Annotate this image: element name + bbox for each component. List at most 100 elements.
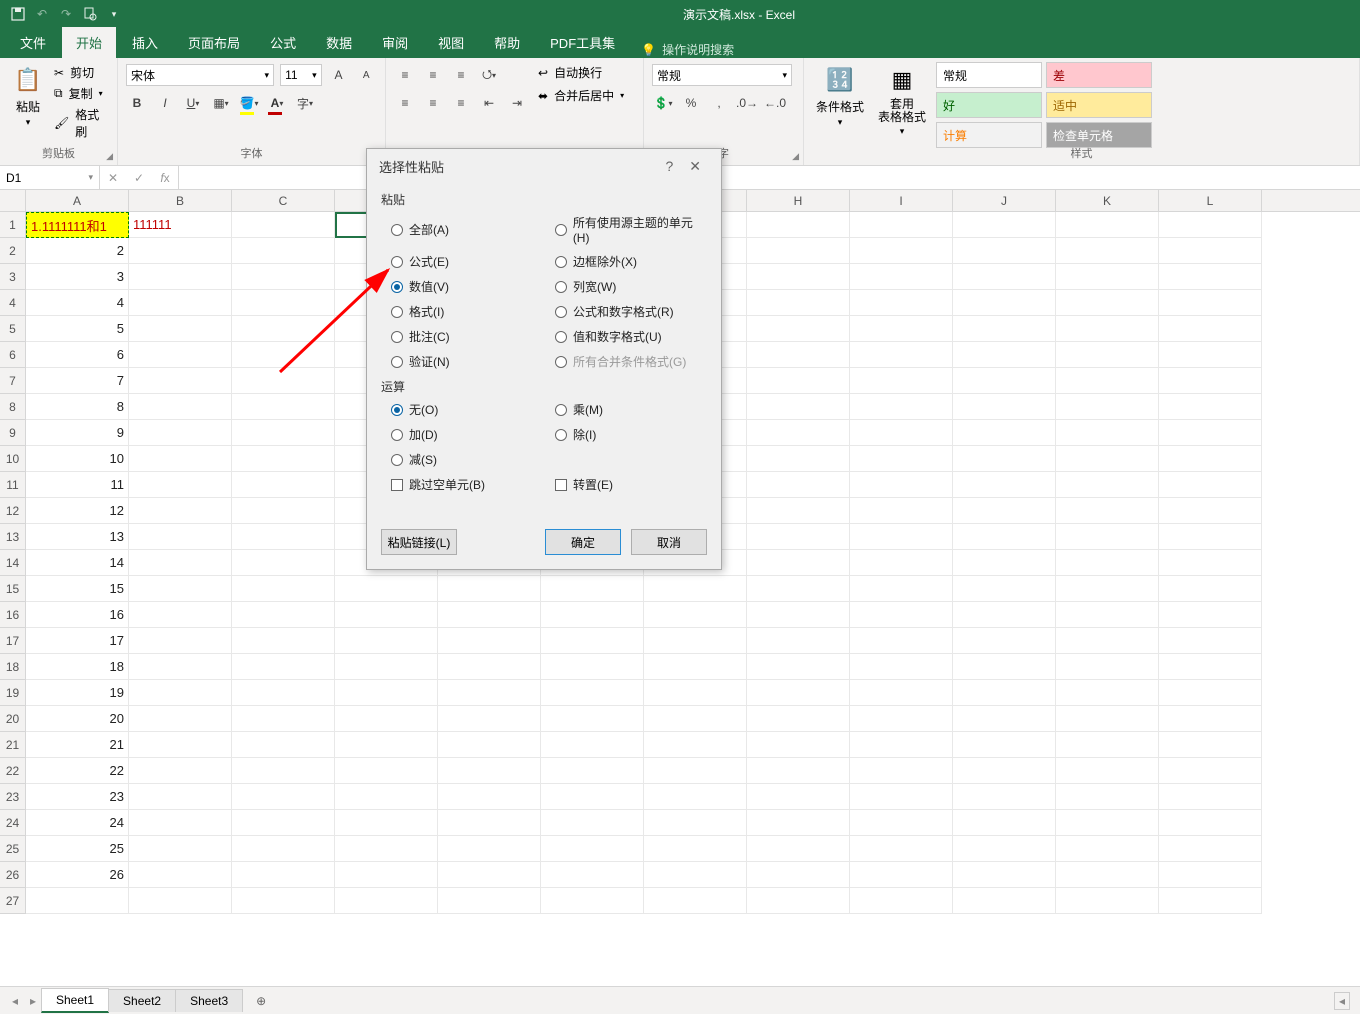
row-header[interactable]: 25 [0,836,26,862]
cell[interactable] [747,316,850,342]
cell[interactable] [644,784,747,810]
cell[interactable] [232,836,335,862]
tab-home[interactable]: 开始 [62,27,116,58]
cell[interactable] [129,420,232,446]
paste-option-radio[interactable]: 公式和数字格式(R) [555,303,707,320]
row-header[interactable]: 21 [0,732,26,758]
indent-increase-icon[interactable]: ⇥ [506,92,528,114]
row-header[interactable]: 16 [0,602,26,628]
tab-insert[interactable]: 插入 [118,27,172,58]
cell[interactable]: 11 [26,472,129,498]
cell[interactable] [129,238,232,264]
cell[interactable] [129,576,232,602]
cell[interactable] [747,680,850,706]
cell[interactable] [953,888,1056,914]
cell[interactable] [850,680,953,706]
row-header[interactable]: 20 [0,706,26,732]
cell[interactable]: 14 [26,550,129,576]
cell[interactable] [747,446,850,472]
cell[interactable] [850,628,953,654]
cell[interactable] [953,238,1056,264]
row-header[interactable]: 13 [0,524,26,550]
cell[interactable] [1056,368,1159,394]
paste-option-radio[interactable]: 所有使用源主题的单元(H) [555,214,707,245]
cell[interactable]: 1.1111111和1 [26,212,129,238]
paste-option-radio[interactable]: 边框除外(X) [555,253,707,270]
cell[interactable] [129,732,232,758]
cell[interactable] [129,394,232,420]
cell[interactable] [232,602,335,628]
cut-button[interactable]: ✂剪切 [54,64,109,81]
cell[interactable] [1056,264,1159,290]
cell[interactable] [850,420,953,446]
row-header[interactable]: 10 [0,446,26,472]
cell[interactable] [1159,732,1262,758]
cell[interactable] [1159,602,1262,628]
cell[interactable] [850,836,953,862]
cell[interactable] [1159,706,1262,732]
row-header[interactable]: 17 [0,628,26,654]
cell[interactable]: 8 [26,394,129,420]
cell[interactable] [438,576,541,602]
cell[interactable] [541,654,644,680]
align-middle-icon[interactable]: ≡ [422,64,444,86]
tab-formulas[interactable]: 公式 [256,27,310,58]
cell[interactable] [850,446,953,472]
font-color-button[interactable]: A▾ [266,92,288,114]
cell[interactable] [850,264,953,290]
redo-icon[interactable]: ↷ [58,6,74,22]
cell[interactable] [129,628,232,654]
fill-color-button[interactable]: 🪣▾ [238,92,260,114]
cell[interactable] [1056,550,1159,576]
cell[interactable] [232,810,335,836]
cell[interactable] [335,784,438,810]
cell[interactable] [438,680,541,706]
cell[interactable] [644,576,747,602]
cell[interactable] [335,628,438,654]
cell[interactable] [232,238,335,264]
cell[interactable] [335,862,438,888]
cell[interactable]: 25 [26,836,129,862]
cell[interactable] [953,212,1056,238]
operation-option-radio[interactable]: 减(S) [391,451,543,468]
cell[interactable] [1056,446,1159,472]
cell[interactable]: 23 [26,784,129,810]
cell[interactable] [644,602,747,628]
cell[interactable]: 6 [26,342,129,368]
row-header[interactable]: 2 [0,238,26,264]
cell[interactable] [232,888,335,914]
cell[interactable] [1056,290,1159,316]
format-as-table-button[interactable]: ▦ 套用 表格格式 ▾ [874,62,930,139]
cell[interactable] [953,732,1056,758]
select-all-corner[interactable] [0,190,26,211]
cell[interactable] [438,862,541,888]
row-header[interactable]: 1 [0,212,26,238]
row-header[interactable]: 14 [0,550,26,576]
undo-icon[interactable]: ↶ [34,6,50,22]
cell[interactable] [232,446,335,472]
cell[interactable] [129,316,232,342]
operation-option-radio[interactable]: 无(O) [391,401,543,418]
cell[interactable]: 7 [26,368,129,394]
sheet-tab-2[interactable]: Sheet2 [108,989,176,1012]
decrease-decimal-icon[interactable]: ←.0 [764,92,786,114]
sheet-tab-1[interactable]: Sheet1 [41,988,109,1013]
cell[interactable] [129,368,232,394]
tab-file[interactable]: 文件 [6,27,60,58]
cell[interactable] [747,472,850,498]
cell[interactable] [644,628,747,654]
cell[interactable] [747,654,850,680]
cell[interactable] [438,628,541,654]
cell[interactable]: 3 [26,264,129,290]
cell[interactable] [1056,472,1159,498]
cell[interactable] [953,628,1056,654]
row-header[interactable]: 8 [0,394,26,420]
cell[interactable] [232,264,335,290]
dialog-close-icon[interactable]: ✕ [681,158,709,175]
cell[interactable] [850,706,953,732]
cell[interactable] [129,706,232,732]
cell[interactable] [541,862,644,888]
cell[interactable] [644,680,747,706]
row-header[interactable]: 3 [0,264,26,290]
cell[interactable] [1159,342,1262,368]
